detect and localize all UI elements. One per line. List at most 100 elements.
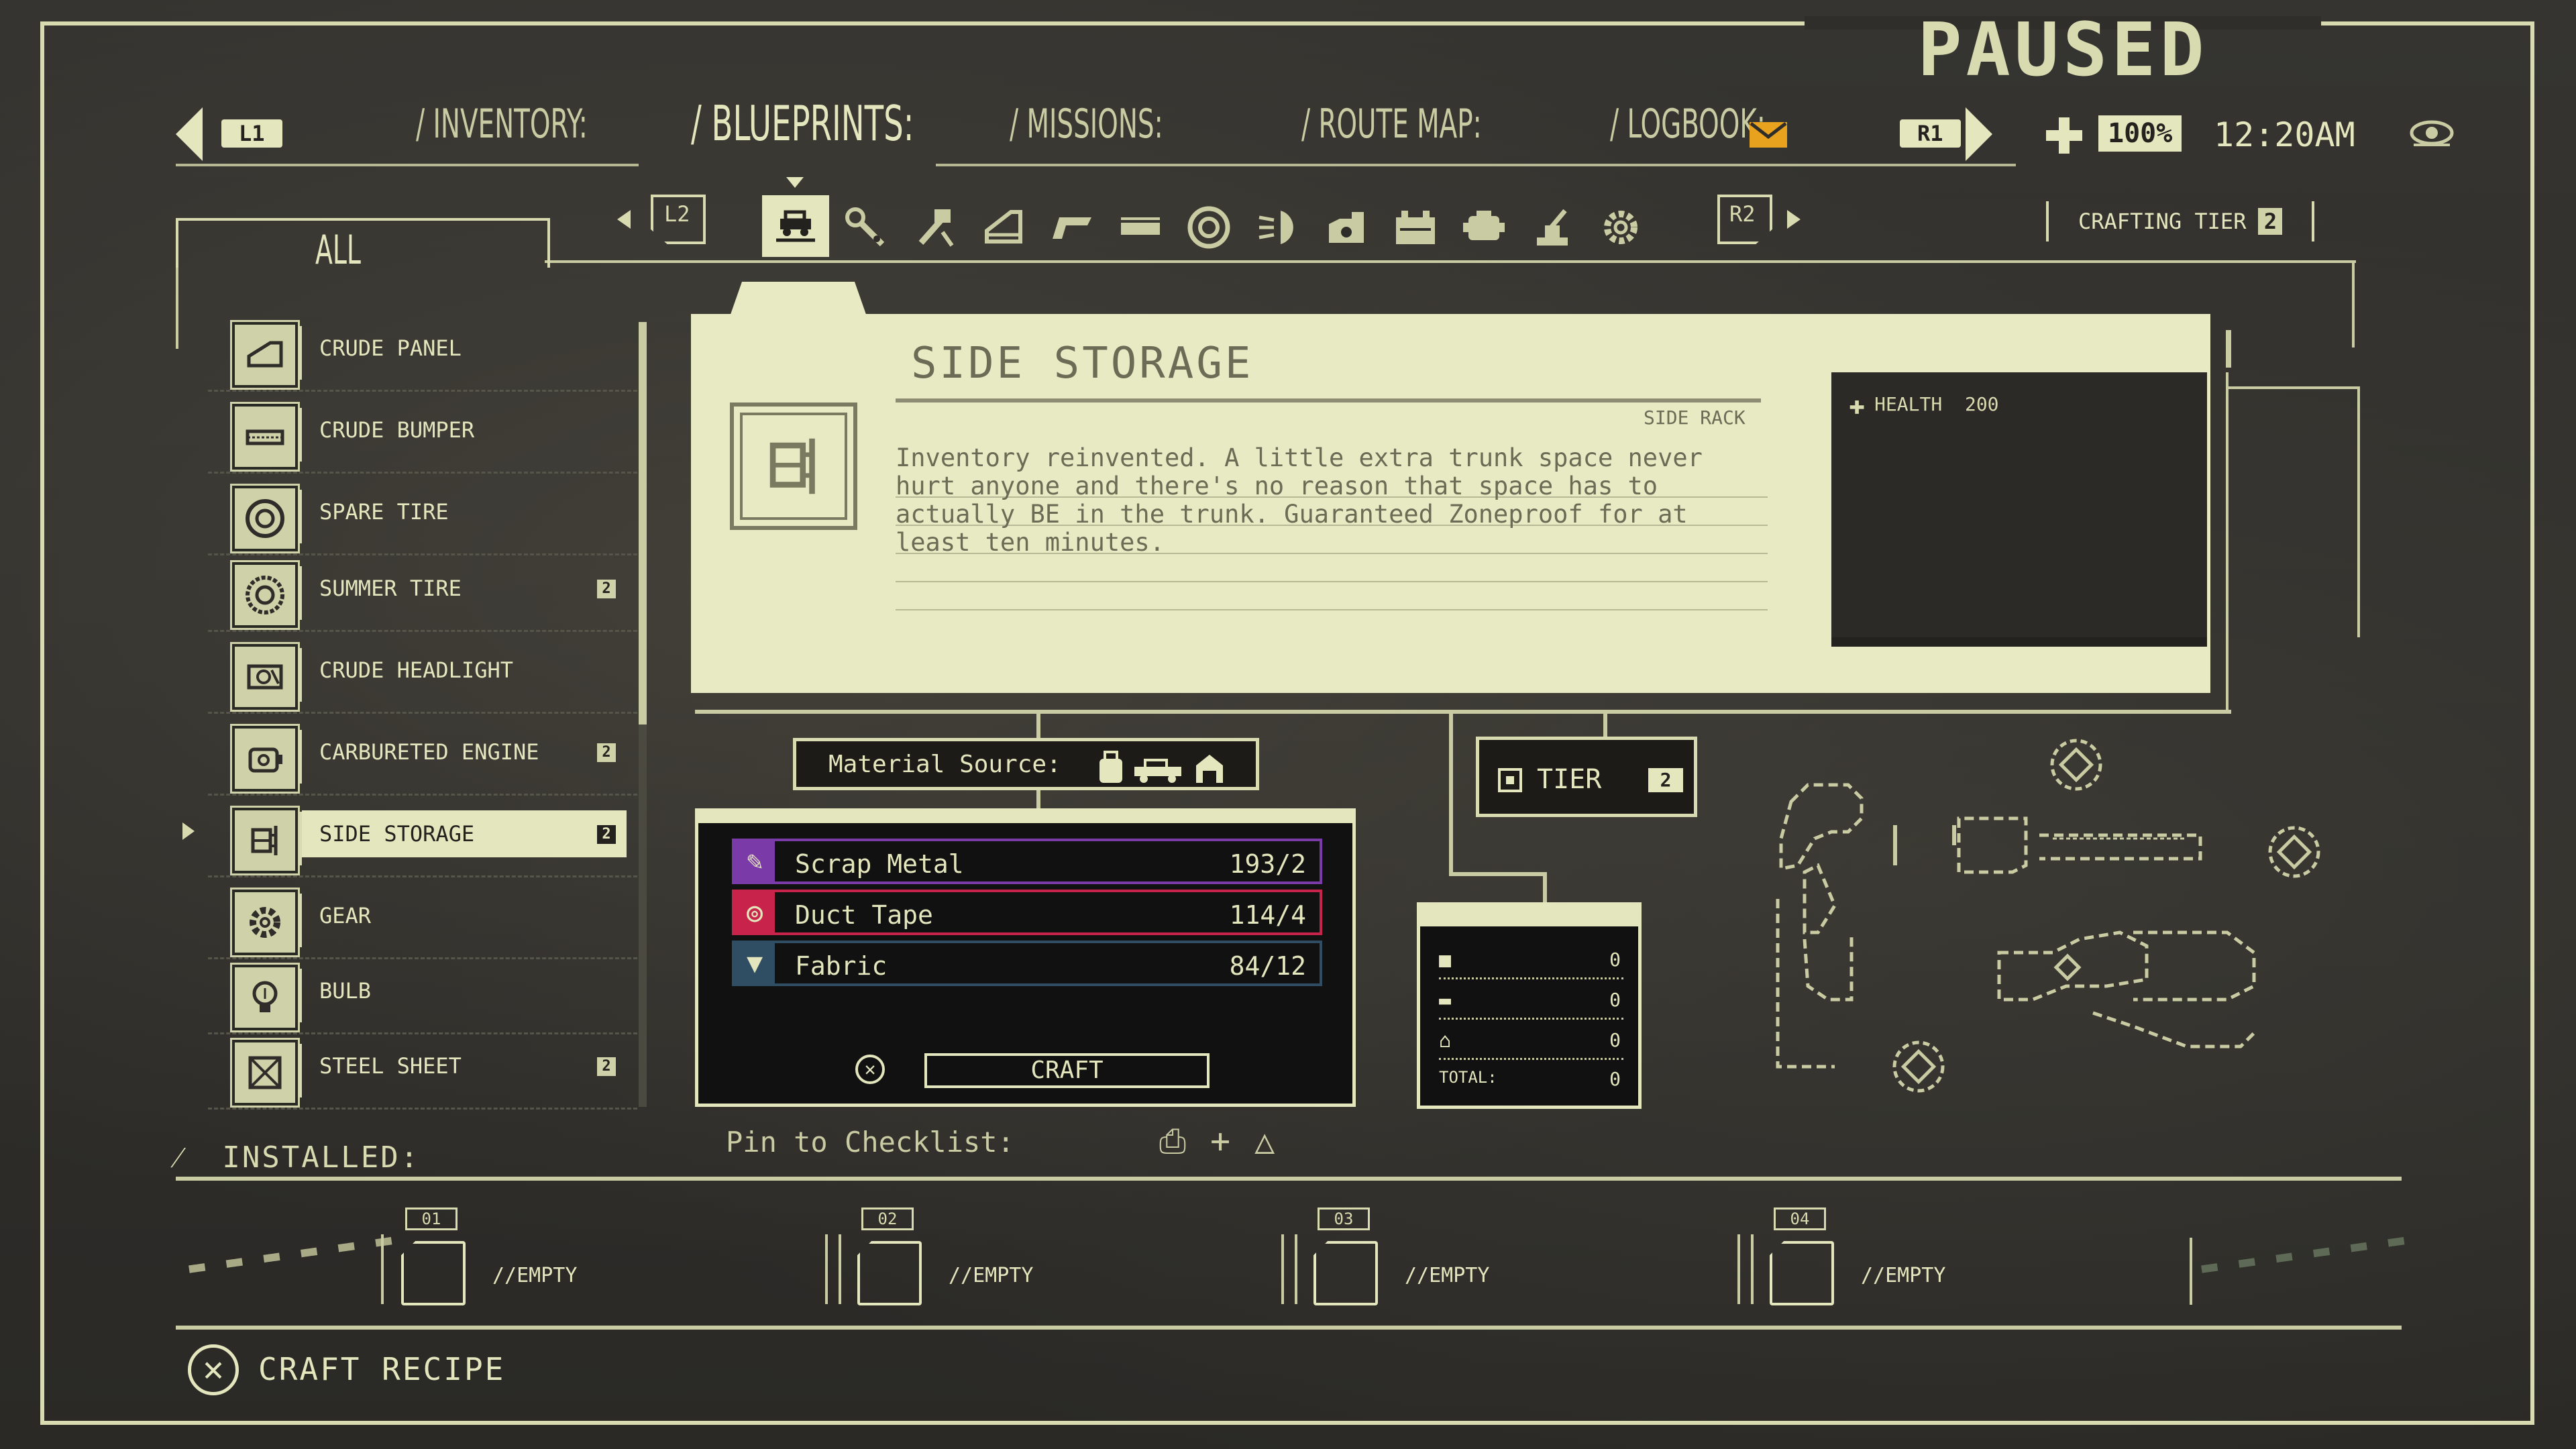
summer-tire-icon [232, 562, 298, 628]
clock: 12:20AM [2214, 115, 2355, 154]
list-item[interactable]: SUMMER TIRE 2 [208, 554, 637, 632]
list-item-selected[interactable]: SIDE STORAGE 2 [208, 800, 637, 877]
cross-button-icon: ✕ [188, 1344, 239, 1395]
installed-heading: ⁄ INSTALLED: [176, 1140, 421, 1175]
category-battery-icon[interactable] [1389, 201, 1442, 254]
backpack-icon [1099, 751, 1122, 783]
selection-arrow [182, 822, 195, 840]
mail-icon[interactable] [1750, 122, 1787, 148]
category-tray-icon[interactable] [1114, 201, 1167, 254]
crude-headlight-icon [232, 644, 298, 710]
triangle-button-icon[interactable]: △ [1254, 1122, 1299, 1161]
r1-button[interactable]: R1 [1900, 119, 1961, 148]
eye-icon[interactable] [2408, 113, 2455, 153]
garage-icon: ⌂ [1439, 1029, 1452, 1053]
empty-slot-box[interactable] [401, 1241, 466, 1305]
category-wrench-icon[interactable] [839, 201, 892, 254]
crafting-tier: CRAFTING TIER 2 [2046, 201, 2315, 241]
duct-tape-icon: ◎ [735, 892, 775, 932]
list-item[interactable]: CRUDE BUMPER [208, 396, 637, 474]
list-item[interactable]: GEAR [208, 881, 637, 959]
garage-icon [1196, 755, 1223, 783]
filter-tab[interactable] [176, 218, 550, 268]
empty-slot-box[interactable] [1313, 1241, 1378, 1305]
health-plus-icon [2046, 117, 2082, 154]
category-gear-icon[interactable] [1594, 201, 1648, 254]
category-tools-icon[interactable] [907, 201, 961, 254]
list-item[interactable]: BULB [208, 957, 637, 1034]
fabric-icon: ▼ [735, 943, 775, 983]
detail-subtitle: SIDE RACK [1644, 407, 1746, 429]
tab-blueprints[interactable]: / BLUEPRINTS: [691, 95, 914, 152]
tab-route-map[interactable]: / ROUTE MAP: [1301, 101, 1482, 148]
paused-title: PAUSED [1917, 7, 2208, 93]
material-totals: ■ 0 ▬ 0 ⌂ 0 TOTAL: 0 [1417, 902, 1642, 1109]
source-icons [1098, 749, 1239, 792]
crude-panel-icon [232, 322, 298, 388]
material-fabric: ▼ Fabric 84/12 [732, 941, 1322, 986]
tier-box: TIER 2 [1476, 737, 1697, 817]
tier-badge: 2 [597, 580, 616, 598]
list-item[interactable]: CRUDE HEADLIGHT [208, 636, 637, 714]
category-car-body-icon[interactable] [762, 195, 829, 257]
empty-slot-box[interactable] [857, 1241, 922, 1305]
health-stat: ✚ HEALTH 200 [1849, 390, 1999, 421]
tier-badge: 2 [597, 1057, 616, 1076]
tier-square-icon [1498, 768, 1522, 792]
tier-badge: 2 [597, 743, 616, 762]
category-motor-icon[interactable] [1457, 201, 1511, 254]
checklist-icon[interactable]: ⎙ [1159, 1122, 1210, 1161]
category-next-arrow[interactable] [1787, 210, 1801, 229]
filter-all-label: ALL [315, 227, 361, 274]
list-item[interactable]: SPARE TIRE [208, 478, 637, 555]
add-icon[interactable]: + [1210, 1122, 1254, 1161]
material-source: Material Source: [793, 738, 1259, 790]
list-item[interactable]: CARBURETED ENGINE 2 [208, 718, 637, 796]
tab-inventory[interactable]: / INVENTORY: [416, 101, 588, 148]
nav-prev-arrow[interactable] [176, 107, 203, 161]
category-bumper-icon[interactable] [1045, 201, 1099, 254]
category-bar [604, 191, 1878, 265]
category-headlight-icon[interactable] [1252, 201, 1305, 254]
nav-next-arrow[interactable] [1966, 107, 1992, 161]
active-tab-indicator [786, 177, 804, 188]
total-row: ⌂ 0 [1439, 1021, 1623, 1060]
pin-to-checklist-label: Pin to Checklist: [726, 1126, 1014, 1159]
craft-button[interactable]: CRAFT [924, 1053, 1210, 1088]
bulb-icon [232, 965, 298, 1030]
side-storage-icon [232, 808, 298, 873]
list-item[interactable]: STEEL SHEET 2 [208, 1032, 637, 1110]
list-scrollbar-thumb[interactable] [639, 322, 647, 724]
category-turret-icon[interactable] [1525, 201, 1579, 254]
timer-icon: ✕ [855, 1055, 885, 1084]
stats-panel: ✚ HEALTH 200 [1831, 372, 2207, 647]
carbureted-engine-icon [232, 726, 298, 792]
plus-icon: ✚ [1849, 390, 1866, 421]
total-row: ▬ 0 [1439, 981, 1623, 1020]
blueprint-schematic [1776, 739, 2320, 1093]
category-panel-icon[interactable] [977, 201, 1030, 254]
material-scrap-metal: ✎ Scrap Metal 193/2 [732, 839, 1322, 884]
car-icon: ▬ [1439, 989, 1452, 1012]
side-storage-large-icon [730, 402, 857, 530]
backpack-icon: ■ [1439, 949, 1452, 972]
total-row: TOTAL: 0 [1439, 1068, 1621, 1090]
steel-sheet-icon [232, 1040, 298, 1106]
total-row: ■ 0 [1439, 941, 1623, 979]
detail-title: SIDE STORAGE [911, 339, 1254, 388]
tier-badge: 2 [597, 825, 616, 844]
l1-button[interactable]: L1 [221, 119, 282, 148]
list-item[interactable]: CRUDE PANEL [208, 314, 637, 392]
gear-icon [232, 890, 298, 955]
zoom-level: 100% [2098, 115, 2182, 152]
empty-slot-box[interactable] [1770, 1241, 1834, 1305]
category-engine-icon[interactable] [1320, 201, 1374, 254]
r2-button[interactable]: R2 [1717, 195, 1772, 244]
tab-logbook[interactable]: / LOGBOOK: [1610, 101, 1766, 148]
detail-description: Inventory reinvented. A little extra tru… [896, 443, 1703, 557]
crude-bumper-icon [232, 404, 298, 470]
tab-missions[interactable]: / MISSIONS: [1010, 101, 1163, 148]
pin-controls: ⎙+△ [1159, 1122, 1299, 1161]
spare-tire-icon [232, 486, 298, 551]
category-tire-icon[interactable] [1182, 201, 1236, 254]
